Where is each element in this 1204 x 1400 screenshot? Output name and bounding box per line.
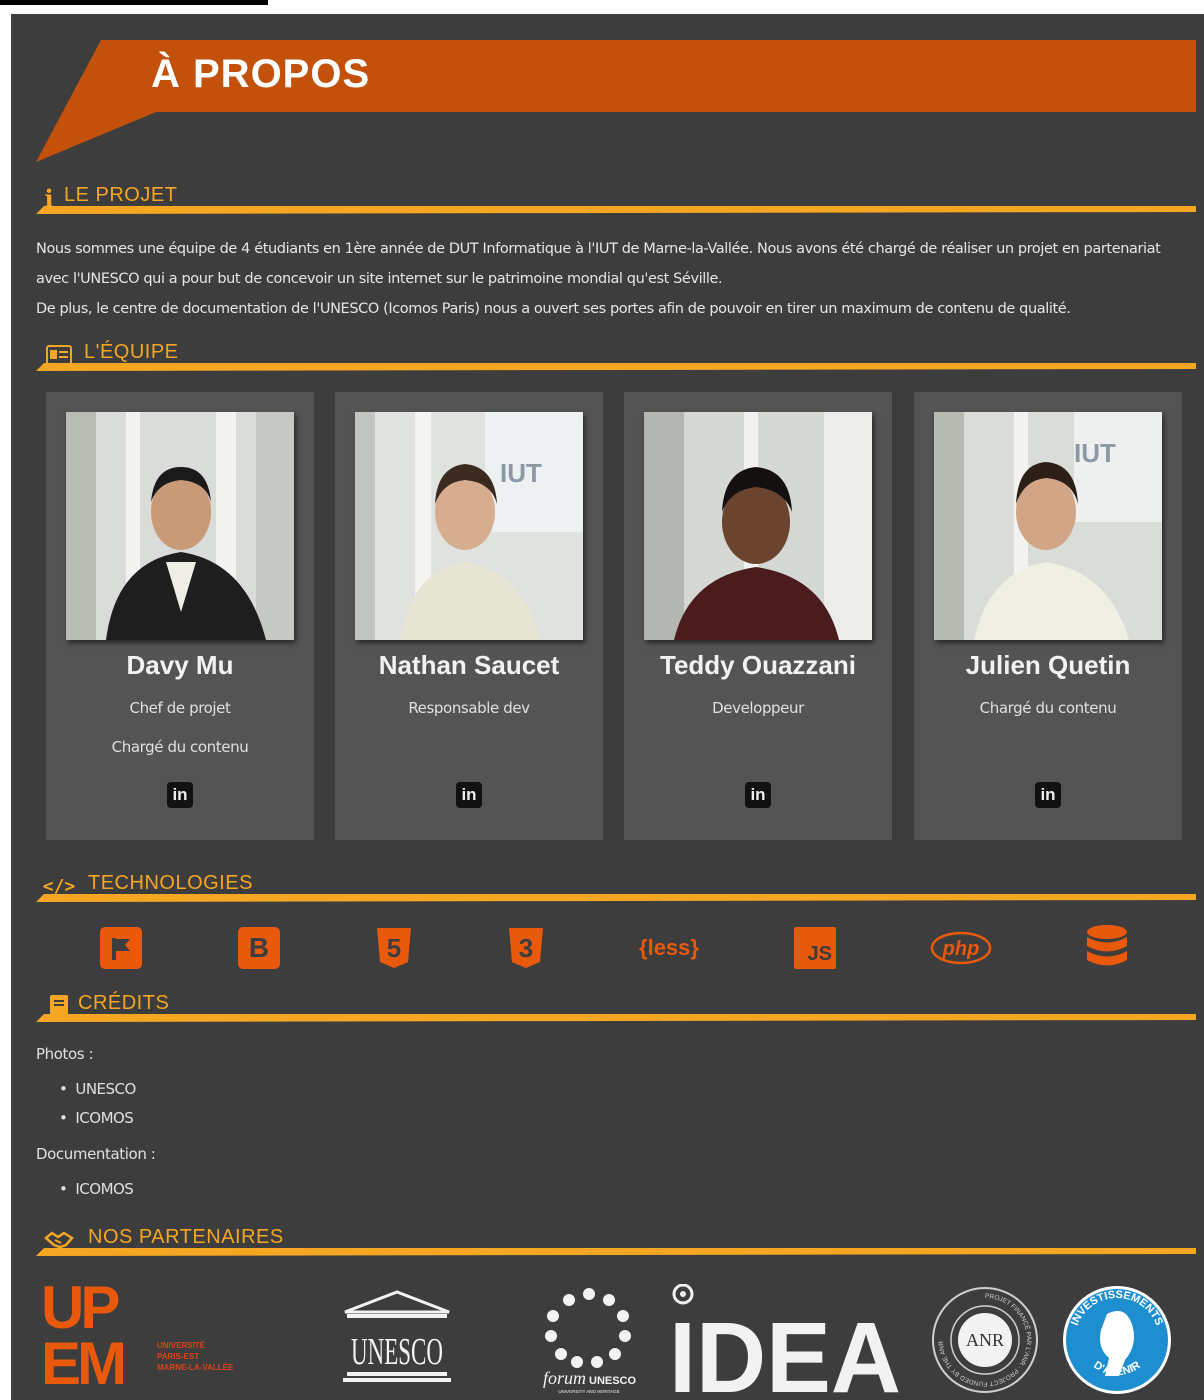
member-role: Chargé du contenu	[979, 699, 1117, 717]
php-icon: php	[929, 926, 993, 970]
anr-logo[interactable]: ANR PROJET FINANCÉ PAR L'ANR · PROJECT F…	[929, 1284, 1041, 1396]
member-role: Chef de projet	[129, 699, 231, 717]
credit-list-item: ICOMOS	[59, 1109, 133, 1127]
credit-list-item: UNESCO	[59, 1080, 136, 1098]
section-rule	[36, 206, 1196, 214]
svg-text:IUT: IUT	[1074, 438, 1116, 468]
top-bar	[0, 0, 268, 5]
flag-icon	[99, 926, 143, 970]
credits-photos-label: Photos :	[36, 1045, 94, 1063]
page-title: À PROPOS	[151, 52, 371, 96]
section-title: L'ÉQUIPE	[84, 341, 179, 363]
section-rule	[36, 363, 1196, 371]
svg-text:ANR: ANR	[966, 1330, 1004, 1350]
credits-documentation-label: Documentation :	[36, 1145, 156, 1163]
member-name: Nathan Saucet	[378, 650, 560, 680]
section-title: LE PROJET	[64, 184, 178, 206]
linkedin-icon[interactable]: in	[1035, 782, 1061, 808]
unesco-logo[interactable]: UNESCO	[341, 1284, 453, 1396]
section-credits-heading: CRÉDITS	[36, 990, 1196, 1024]
member-name: Julien Quetin	[965, 650, 1131, 680]
section-project-heading: i LE PROJET	[36, 182, 1196, 216]
team-photo: IUT	[355, 412, 583, 640]
upem-logo[interactable]: UP EM UNIVERSITÉ PARIS-EST MARNE-LA-VALL…	[41, 1278, 271, 1396]
section-team-heading: L'ÉQUIPE	[36, 339, 1196, 373]
section-rule	[36, 894, 1196, 902]
linkedin-icon[interactable]: in	[745, 782, 771, 808]
svg-text:IDEA: IDEA	[669, 1302, 901, 1396]
svg-text:UNESCO: UNESCO	[589, 1375, 637, 1387]
team-card: Teddy Ouazzani Developpeur in	[624, 392, 892, 840]
bootstrap-icon: B	[237, 926, 281, 970]
investissements-avenir-logo[interactable]: INVESTISSEMENTS D'AVENIR	[1061, 1284, 1173, 1396]
svg-text:php: php	[942, 938, 980, 960]
database-icon	[1085, 925, 1129, 970]
project-paragraph-1: Nous sommes une équipe de 4 étudiants en…	[36, 241, 1161, 287]
linkedin-icon[interactable]: in	[167, 782, 193, 808]
svg-text:forum: forum	[543, 1368, 586, 1388]
svg-text:UNIVERSITY AND HERITAGE: UNIVERSITY AND HERITAGE	[558, 1389, 619, 1394]
forum-unesco-logo[interactable]: forum UNESCO UNIVERSITY AND HERITAGE	[533, 1284, 645, 1396]
svg-text:UNESCO: UNESCO	[351, 1331, 443, 1373]
team-card: IUT Nathan Saucet Responsable dev in	[335, 392, 603, 840]
member-name: Davy Mu	[126, 650, 234, 680]
page-banner: À PROPOS	[36, 40, 1196, 174]
svg-text:5: 5	[387, 933, 401, 963]
section-rule	[36, 1248, 1196, 1256]
svg-text:3: 3	[519, 933, 533, 963]
team-photo	[644, 412, 872, 640]
project-paragraph-2: De plus, le centre de documentation de l…	[36, 301, 1071, 317]
css3-icon: 3	[504, 926, 548, 970]
html5-icon: 5	[372, 926, 416, 970]
javascript-icon: JS	[793, 926, 837, 970]
idea-logo[interactable]: IDEA	[667, 1283, 907, 1400]
section-title: TECHNOLOGIES	[88, 872, 253, 894]
less-icon: {less}	[639, 935, 699, 960]
section-title: NOS PARTENAIRES	[88, 1226, 284, 1248]
svg-text:IUT: IUT	[500, 458, 542, 488]
section-title: CRÉDITS	[78, 992, 170, 1014]
about-page: À PROPOS i LE PROJET Nous sommes une équ…	[11, 14, 1204, 1400]
member-role: Developpeur	[712, 699, 804, 717]
section-rule	[36, 1014, 1196, 1022]
section-technologies-heading: </> TECHNOLOGIES	[36, 870, 1196, 904]
member-role: Chargé du contenu	[111, 738, 249, 756]
team-photo: IUT	[934, 412, 1162, 640]
credit-list-item: ICOMOS	[59, 1180, 133, 1198]
team-card: Davy Mu Chef de projet Chargé du contenu…	[46, 392, 314, 840]
linkedin-icon[interactable]: in	[456, 782, 482, 808]
team-card: IUT Julien Quetin Chargé du contenu in	[914, 392, 1182, 840]
section-partners-heading: NOS PARTENAIRES	[36, 1224, 1196, 1258]
member-name: Teddy Ouazzani	[660, 650, 856, 680]
member-role: Responsable dev	[408, 699, 530, 717]
team-photo	[66, 412, 294, 640]
